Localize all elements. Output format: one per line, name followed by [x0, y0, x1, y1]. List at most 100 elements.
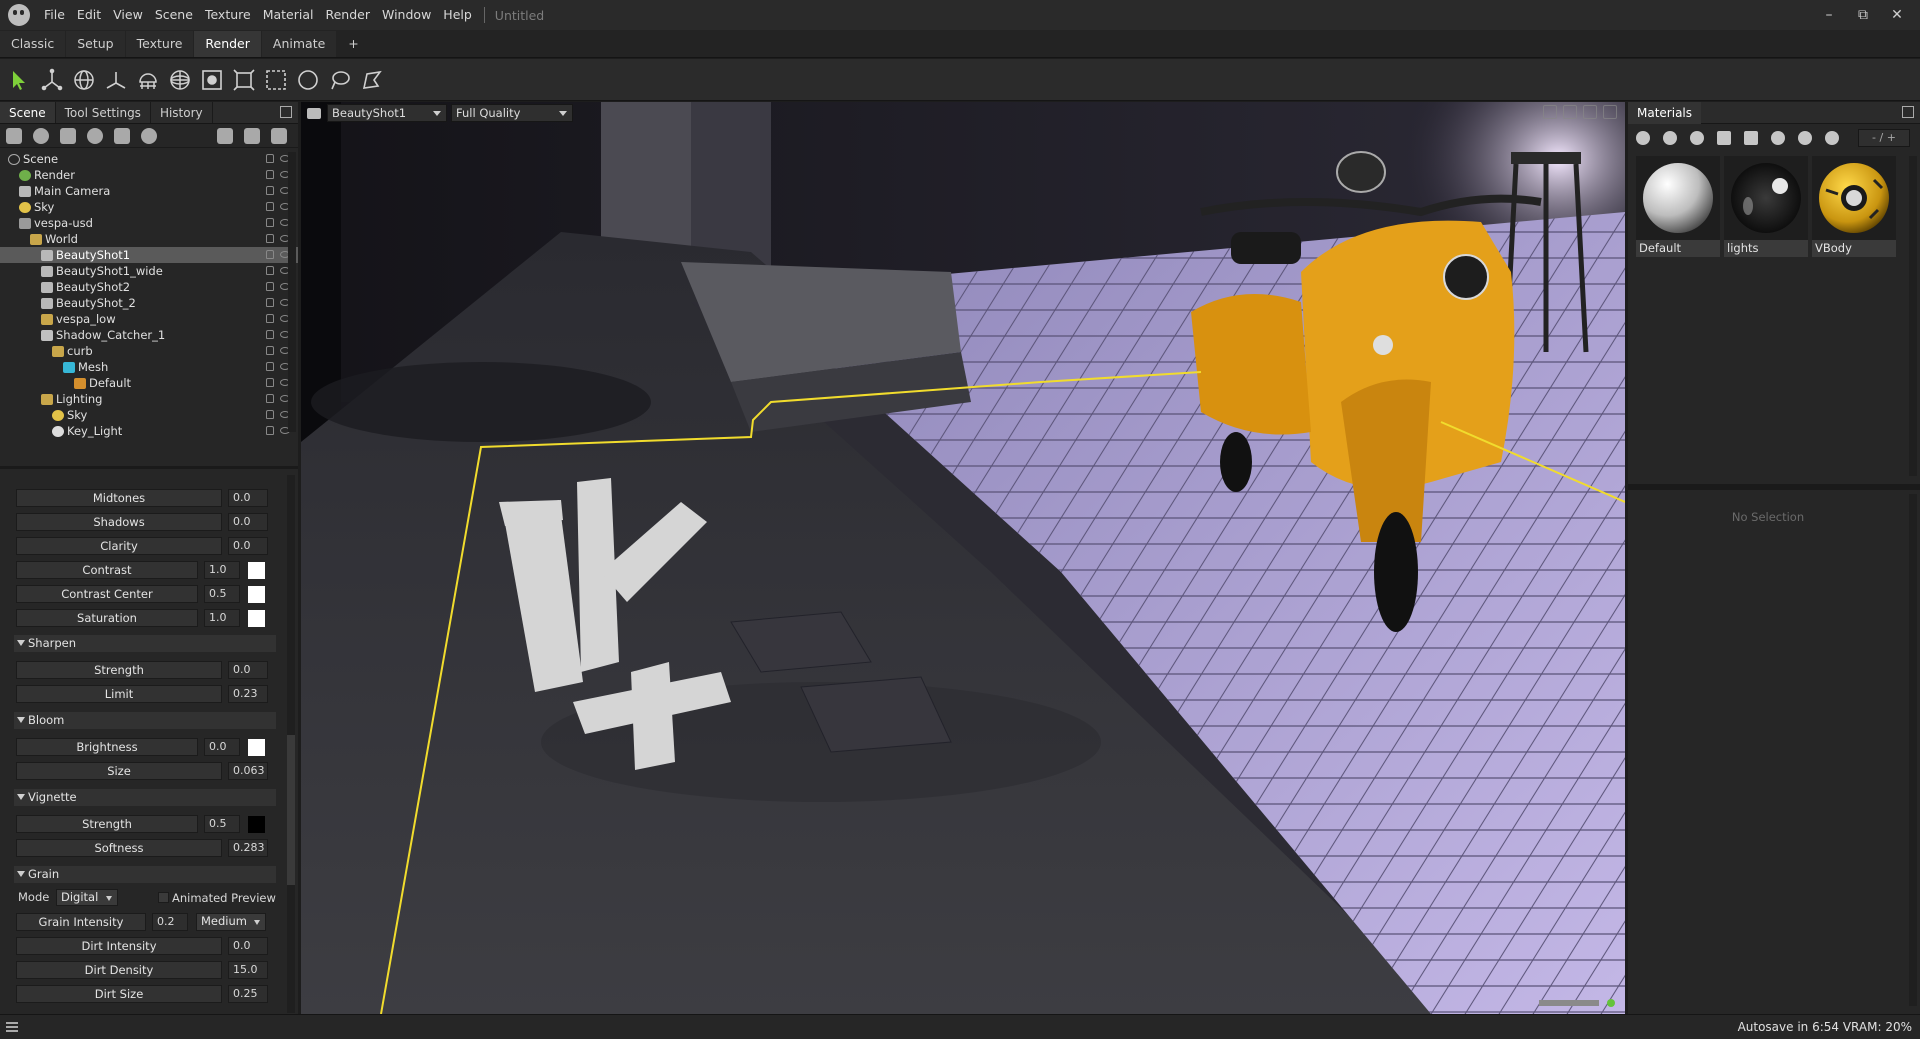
- contrast-color-swatch[interactable]: [248, 562, 265, 579]
- tree-item[interactable]: Render: [0, 167, 298, 183]
- menu-texture[interactable]: Texture: [199, 0, 257, 30]
- tree-item[interactable]: Sky: [0, 407, 298, 423]
- materials-scrollbar[interactable]: [1909, 156, 1917, 476]
- lock-icon[interactable]: [266, 426, 274, 435]
- tab-classic[interactable]: Classic: [0, 31, 66, 57]
- material-card-lights[interactable]: lights: [1724, 156, 1808, 257]
- tree-item[interactable]: Shadow_Catcher_1: [0, 327, 298, 343]
- add-tab-button[interactable]: +: [337, 31, 369, 57]
- bloom-size-value[interactable]: 0.063: [228, 762, 268, 780]
- dirt-density-value[interactable]: 15.0: [228, 961, 268, 979]
- lock-icon[interactable]: [266, 394, 274, 403]
- vignette-section-header[interactable]: Vignette: [14, 789, 276, 806]
- bloom-brightness-value[interactable]: 0.0: [204, 738, 240, 756]
- tree-item[interactable]: Scene: [0, 151, 298, 167]
- vignette-strength-value[interactable]: 0.5: [204, 815, 240, 833]
- clarity-slider[interactable]: Clarity: [16, 537, 222, 555]
- tree-item[interactable]: BeautyShot1: [0, 247, 298, 263]
- tab-scene[interactable]: Scene: [0, 102, 56, 123]
- tree-item[interactable]: Sky: [0, 199, 298, 215]
- lock-icon[interactable]: [266, 314, 274, 323]
- lock-icon[interactable]: [266, 378, 274, 387]
- material-library-icon[interactable]: [1825, 131, 1839, 145]
- lock-icon[interactable]: [266, 154, 274, 163]
- tree-item[interactable]: Mesh: [0, 359, 298, 375]
- material-card-vbody[interactable]: VBody: [1812, 156, 1896, 257]
- lock-icon[interactable]: [266, 234, 274, 243]
- scene-tree-scrollbar[interactable]: [288, 152, 296, 432]
- grain-mode-dropdown[interactable]: Digital: [56, 889, 118, 906]
- lock-icon[interactable]: [266, 362, 274, 371]
- lamp-icon[interactable]: [134, 66, 162, 94]
- lock-icon[interactable]: [266, 170, 274, 179]
- dirt-size-value[interactable]: 0.25: [228, 985, 268, 1003]
- tab-materials[interactable]: Materials: [1628, 102, 1702, 124]
- lock-icon[interactable]: [266, 346, 274, 355]
- menu-scene[interactable]: Scene: [149, 0, 199, 30]
- properties-scrollbar[interactable]: [287, 475, 295, 1013]
- add-shadow-catcher-icon[interactable]: [114, 127, 130, 144]
- menu-help[interactable]: Help: [437, 0, 478, 30]
- add-light-icon[interactable]: [33, 127, 49, 144]
- sharpen-strength-slider[interactable]: Strength: [16, 661, 222, 679]
- duplicate-material-icon[interactable]: [1663, 131, 1677, 145]
- sharpen-limit-value[interactable]: 0.23: [228, 685, 268, 703]
- menu-edit[interactable]: Edit: [71, 0, 107, 30]
- lock-icon[interactable]: [266, 218, 274, 227]
- tree-item[interactable]: BeautyShot1_wide: [0, 263, 298, 279]
- tab-setup[interactable]: Setup: [66, 31, 125, 57]
- minimize-icon[interactable]: –: [1812, 0, 1846, 30]
- menu-window[interactable]: Window: [376, 0, 437, 30]
- tab-history[interactable]: History: [151, 102, 213, 123]
- folder-icon[interactable]: [1717, 131, 1731, 145]
- lock-icon[interactable]: [266, 186, 274, 195]
- animated-preview-checkbox[interactable]: [158, 892, 169, 903]
- material-zoom-stepper[interactable]: - / +: [1858, 129, 1910, 147]
- lock-icon[interactable]: [266, 266, 274, 275]
- focus-icon[interactable]: [198, 66, 226, 94]
- circle-icon[interactable]: [294, 66, 322, 94]
- tab-texture[interactable]: Texture: [125, 31, 194, 57]
- add-object-icon[interactable]: [6, 127, 22, 144]
- hamburger-menu-icon[interactable]: [6, 1022, 18, 1032]
- menu-file[interactable]: File: [38, 0, 71, 30]
- sharpen-section-header[interactable]: Sharpen: [14, 635, 276, 652]
- viewport-camera-lock-icon[interactable]: [1563, 105, 1577, 119]
- marquee-icon[interactable]: [262, 66, 290, 94]
- tree-item[interactable]: Lighting: [0, 391, 298, 407]
- saturation-value[interactable]: 1.0: [204, 609, 240, 627]
- delete-material-icon[interactable]: [1744, 131, 1758, 145]
- lock-icon[interactable]: [266, 282, 274, 291]
- panel-divider[interactable]: [1628, 484, 1920, 490]
- midtones-slider[interactable]: Midtones: [16, 489, 222, 507]
- viewport-maximize-icon[interactable]: [1603, 105, 1617, 119]
- tree-item[interactable]: BeautyShot2: [0, 279, 298, 295]
- new-folder-icon[interactable]: [217, 127, 233, 144]
- add-sky-icon[interactable]: [87, 127, 103, 144]
- menu-render[interactable]: Render: [319, 0, 376, 30]
- add-environment-icon[interactable]: [141, 127, 157, 144]
- contrast-slider[interactable]: Contrast: [16, 561, 198, 579]
- selection-scrollbar[interactable]: [1909, 494, 1917, 1006]
- transform-icon[interactable]: [38, 66, 66, 94]
- tree-item[interactable]: curb: [0, 343, 298, 359]
- grain-intensity-slider[interactable]: Grain Intensity: [16, 913, 146, 931]
- vignette-color-swatch[interactable]: [248, 816, 265, 833]
- dirt-density-slider[interactable]: Dirt Density: [16, 961, 222, 979]
- grain-section-header[interactable]: Grain: [14, 866, 276, 883]
- add-material-icon[interactable]: [1636, 131, 1650, 145]
- bloom-brightness-color-swatch[interactable]: [248, 739, 265, 756]
- vignette-softness-slider[interactable]: Softness: [16, 839, 222, 857]
- properties-scrollbar-thumb[interactable]: [287, 735, 295, 885]
- sharpen-limit-slider[interactable]: Limit: [16, 685, 222, 703]
- bloom-size-slider[interactable]: Size: [16, 762, 222, 780]
- tab-render[interactable]: Render: [194, 31, 261, 57]
- add-camera-icon[interactable]: [60, 127, 76, 144]
- bloom-brightness-slider[interactable]: Brightness: [16, 738, 198, 756]
- delete-icon[interactable]: [271, 127, 287, 144]
- polygon-lasso-icon[interactable]: [358, 66, 386, 94]
- pick-material-icon[interactable]: [1771, 131, 1785, 145]
- lock-icon[interactable]: [266, 298, 274, 307]
- tab-tool-settings[interactable]: Tool Settings: [56, 102, 151, 123]
- frame-icon[interactable]: [230, 66, 258, 94]
